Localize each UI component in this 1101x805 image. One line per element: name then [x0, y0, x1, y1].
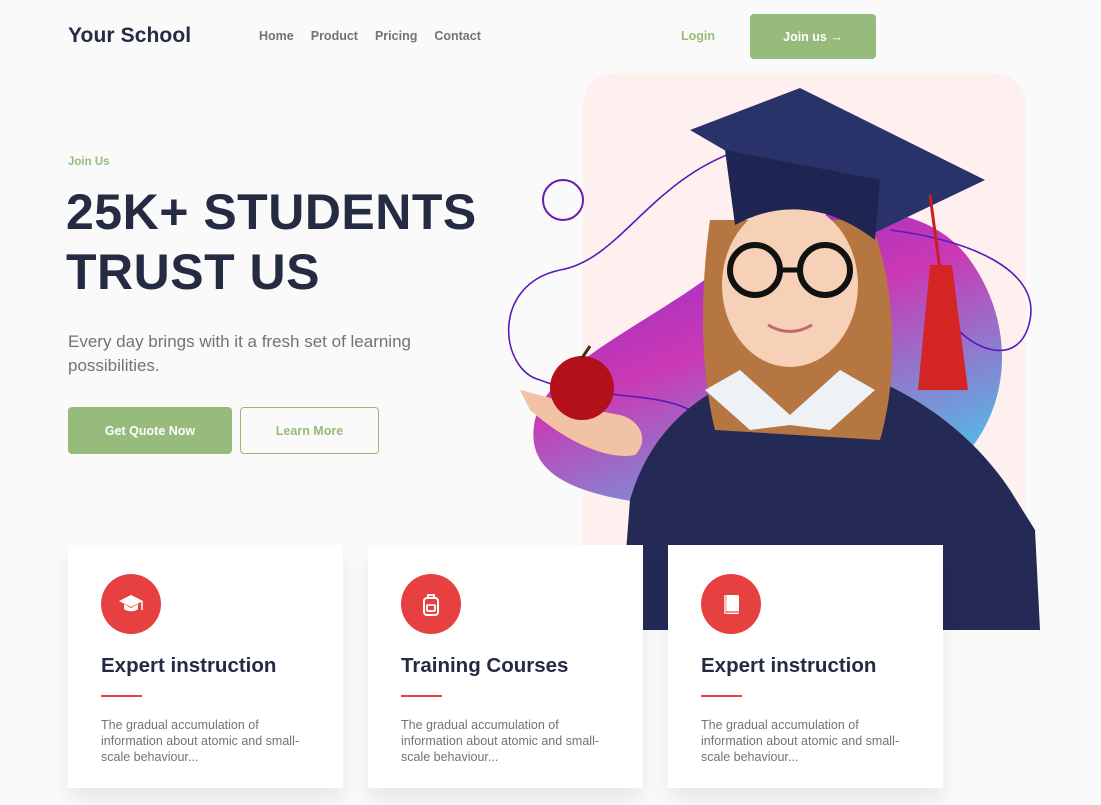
graduation-cap-icon	[101, 574, 161, 634]
feature-description: The gradual accumulation of information …	[401, 718, 600, 764]
feature-description: The gradual accumulation of information …	[101, 718, 300, 764]
feature-title: Training Courses	[401, 654, 569, 677]
hero-subtitle: Every day brings with it a fresh set of …	[68, 332, 411, 375]
join-us-button[interactable]: Join us →	[750, 14, 876, 59]
backpack-icon	[401, 574, 461, 634]
feature-title: Expert instruction	[701, 654, 877, 677]
feature-divider	[701, 695, 742, 697]
face	[722, 203, 858, 367]
login-link[interactable]: Login	[681, 29, 715, 43]
learn-more-button[interactable]: Learn More	[240, 407, 379, 454]
feature-divider	[401, 695, 442, 697]
feature-card: Expert instruction The gradual accumulat…	[668, 545, 943, 788]
book-icon	[701, 574, 761, 634]
nav-product[interactable]: Product	[311, 29, 358, 43]
nav-contact[interactable]: Contact	[434, 29, 481, 43]
hero-headline-line2: TRUST US	[66, 244, 320, 300]
decorative-ring	[542, 179, 584, 221]
feature-divider	[101, 695, 142, 697]
brand-logo[interactable]: Your School	[68, 24, 191, 48]
feature-title: Expert instruction	[101, 654, 277, 677]
main-nav: Home Product Pricing Contact	[259, 29, 481, 43]
nav-pricing[interactable]: Pricing	[375, 29, 417, 43]
feature-description: The gradual accumulation of information …	[701, 718, 900, 764]
apple	[550, 356, 614, 420]
get-quote-button[interactable]: Get Quote Now	[68, 407, 232, 454]
hero-headline: 25K+ STUDENTS TRUST US	[66, 182, 506, 302]
nav-home[interactable]: Home	[259, 29, 294, 43]
hero-headline-line1: 25K+ STUDENTS	[66, 184, 477, 240]
hero-eyebrow: Join Us	[68, 156, 110, 168]
feature-card: Expert instruction The gradual accumulat…	[68, 545, 343, 788]
feature-card: Training Courses The gradual accumulatio…	[368, 545, 643, 788]
